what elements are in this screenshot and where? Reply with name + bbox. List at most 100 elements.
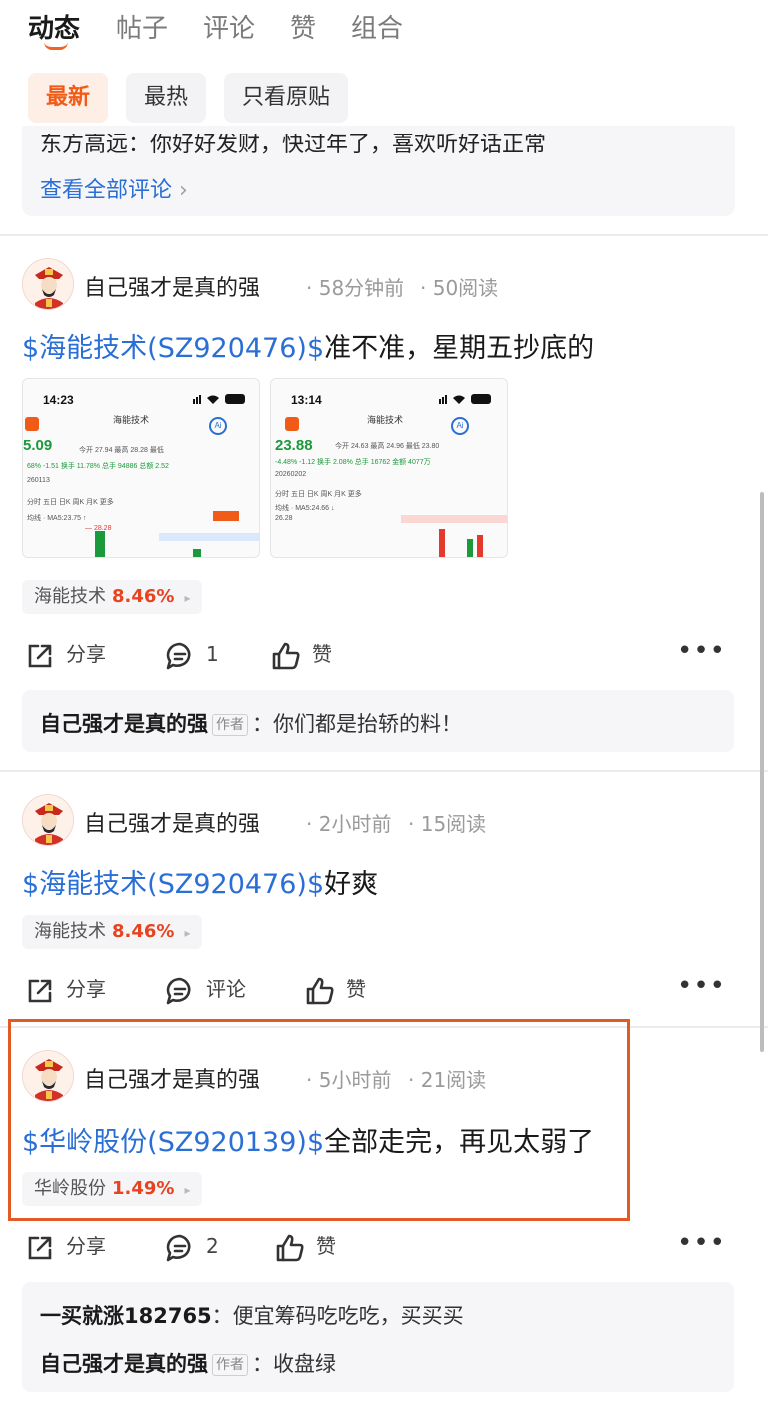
share-label: 分享 <box>66 977 106 1001</box>
caishen-avatar[interactable] <box>22 258 74 310</box>
thumb-row2: -4.48% -1.12 换手 2.08% 总手 16762 金额 4077万 <box>275 459 431 466</box>
previous-comments-box: 东方高远：你好好发财，快过年了，喜欢听好话正常 查看全部评论 › <box>22 126 735 216</box>
view-all-label: 查看全部评论 <box>40 178 173 203</box>
comment-button[interactable]: 评论 <box>164 969 246 1009</box>
more-icon[interactable]: ••• <box>677 969 726 1003</box>
status-bar-icon <box>439 394 491 404</box>
thumb-price: 23.88 <box>275 437 313 454</box>
thumb-time: 14:23 <box>43 393 74 407</box>
more-icon[interactable]: ••• <box>677 634 726 668</box>
post-actions: 分享 评论 赞 ••• <box>22 969 734 1009</box>
author-badge: 作者 <box>212 1354 248 1376</box>
comment-icon <box>166 977 191 1004</box>
post-content[interactable]: $海能技术(SZ920476)$准不准，星期五抄底的 <box>22 326 594 365</box>
post-actions: 分享 1 赞 ••• <box>22 634 734 674</box>
scrollbar[interactable] <box>760 492 764 1052</box>
thumbs-up-icon <box>306 977 334 1004</box>
triangle-right-icon: ▸ <box>184 591 191 605</box>
app-logo-icon <box>285 417 299 431</box>
author-name[interactable]: 自己强才是真的强 <box>84 806 260 838</box>
screenshot-thumbnail[interactable]: 14:23 海能技术 Ai 5.09 今开 27.94 最高 28.28 最低 … <box>22 378 260 558</box>
post-actions: 分享 2 赞 ••• <box>22 1226 734 1266</box>
stock-tag-pct: 8.46% <box>112 586 175 607</box>
reply-box: 一买就涨182765：便宜筹码吃吃吃，买买买 自己强才是真的强 作者 ：收盘绿 <box>22 1282 734 1392</box>
share-icon <box>28 644 52 667</box>
candle-bar <box>467 539 473 557</box>
reply-text: ：便宜筹码吃吃吃，买买买 <box>211 1304 464 1328</box>
reply-line[interactable]: 自己强才是真的强 作者 ：收盘绿 <box>40 1348 336 1378</box>
ai-icon: Ai <box>209 417 227 435</box>
thumbs-up-icon <box>272 642 300 669</box>
post-divider <box>0 770 768 772</box>
tab-posts[interactable]: 帖子 <box>116 8 168 45</box>
like-button[interactable]: 赞 <box>270 634 332 674</box>
filter-hot[interactable]: 最热 <box>126 73 207 123</box>
share-icon <box>28 979 52 1002</box>
thumb-row3: 20260202 <box>275 471 307 478</box>
tab-likes[interactable]: 赞 <box>290 8 316 45</box>
post-content[interactable]: $海能技术(SZ920476)$好爽 <box>22 862 378 901</box>
reply-author[interactable]: 自己强才是真的强 <box>40 1352 208 1376</box>
share-button[interactable]: 分享 <box>24 969 106 1009</box>
like-label: 赞 <box>346 977 366 1001</box>
thumb-row1: 今开 24.63 最高 24.96 最低 23.80 <box>335 443 440 450</box>
tab-comments[interactable]: 评论 <box>203 8 255 45</box>
thumb-row2: 68% -1.51 换手 11.78% 总手 94886 总额 2.52 <box>27 463 169 470</box>
reply-box: 自己强才是真的强 作者 ：你们都是抬轿的料！ <box>22 690 734 752</box>
thumb-price: 5.09 <box>23 437 53 454</box>
thumb-row5: 均线 · MA5:23.75 ↑ <box>27 515 87 522</box>
stock-tag-name: 海能技术 <box>34 586 106 607</box>
thumb-row6: 26.28 <box>275 515 293 522</box>
reply-line[interactable]: 一买就涨182765：便宜筹码吃吃吃，买买买 <box>40 1300 464 1330</box>
reply-author[interactable]: 自己强才是真的强 <box>40 712 208 736</box>
screenshot-thumbnail[interactable]: 13:14 海能技术 Ai 23.88 今开 24.63 最高 24.96 最低… <box>270 378 508 558</box>
view-all-comments-link[interactable]: 查看全部评论 › <box>40 172 188 204</box>
comment-button[interactable]: 2 <box>164 1226 219 1266</box>
like-label: 赞 <box>316 1234 336 1258</box>
profile-tabs: 动态 帖子 评论 赞 组合 <box>0 0 768 56</box>
share-icon <box>28 1236 52 1259</box>
highlight-box <box>8 1019 630 1221</box>
comment-count: 2 <box>206 1234 219 1258</box>
post-text: 准不准，星期五抄底的 <box>324 333 595 364</box>
candle-bar <box>477 535 483 557</box>
reply-line[interactable]: 自己强才是真的强 作者 ：你们都是抬轿的料！ <box>40 708 462 738</box>
like-button[interactable]: 赞 <box>274 1226 336 1266</box>
caishen-avatar[interactable] <box>22 794 74 846</box>
tab-dynamics[interactable]: 动态 <box>28 8 80 45</box>
app-logo-icon <box>25 417 39 431</box>
thumbs-up-icon <box>276 1234 304 1261</box>
like-label: 赞 <box>312 642 332 666</box>
author-badge: 作者 <box>212 714 248 736</box>
ai-icon: Ai <box>451 417 469 435</box>
reply-text: ：你们都是抬轿的料！ <box>252 712 462 736</box>
post-text: 好爽 <box>324 869 379 900</box>
share-button[interactable]: 分享 <box>24 634 106 674</box>
stock-tag[interactable]: 海能技术 8.46% ▸ <box>22 580 203 614</box>
chevron-right-icon: › <box>179 178 188 203</box>
comment-icon <box>166 1234 191 1261</box>
thumb-row5: 均线 · MA5:24.66 ↓ <box>275 505 335 512</box>
share-label: 分享 <box>66 1234 106 1258</box>
post-time: · 58分钟前 <box>306 276 405 300</box>
thumb-row3: 260113 <box>27 477 50 484</box>
post-time: · 2小时前 <box>306 812 392 836</box>
tab-active-indicator <box>44 42 68 50</box>
comment-button[interactable]: 1 <box>164 634 219 674</box>
author-name[interactable]: 自己强才是真的强 <box>84 270 260 302</box>
more-icon[interactable]: ••• <box>677 1226 726 1260</box>
stock-tag[interactable]: 海能技术 8.46% ▸ <box>22 915 203 949</box>
filter-latest[interactable]: 最新 <box>28 73 109 123</box>
stock-link[interactable]: $海能技术(SZ920476)$ <box>22 333 324 364</box>
status-bar-icon <box>193 394 245 404</box>
filter-original-only[interactable]: 只看原贴 <box>224 73 349 123</box>
like-button[interactable]: 赞 <box>304 969 366 1009</box>
share-button[interactable]: 分享 <box>24 1226 106 1266</box>
info-strip <box>159 533 259 541</box>
thumb-time: 13:14 <box>291 393 322 407</box>
reply-author[interactable]: 一买就涨182765 <box>40 1304 212 1328</box>
thumb-row4: 分时 五日 日K 周K 月K 更多 <box>27 499 114 506</box>
tab-portfolio[interactable]: 组合 <box>351 8 403 45</box>
stock-link[interactable]: $海能技术(SZ920476)$ <box>22 869 324 900</box>
post-divider <box>0 234 768 236</box>
